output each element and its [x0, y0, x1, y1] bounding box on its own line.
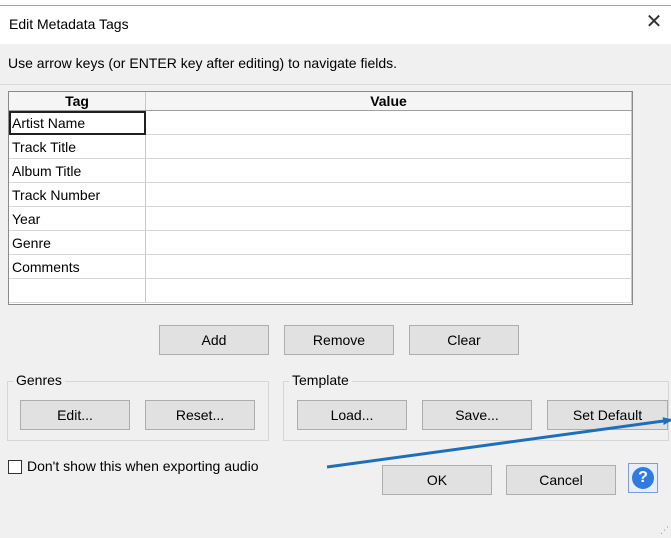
annotation-arrow-icon — [326, 417, 671, 469]
resize-grip-icon[interactable]: ⋰ — [660, 525, 669, 536]
